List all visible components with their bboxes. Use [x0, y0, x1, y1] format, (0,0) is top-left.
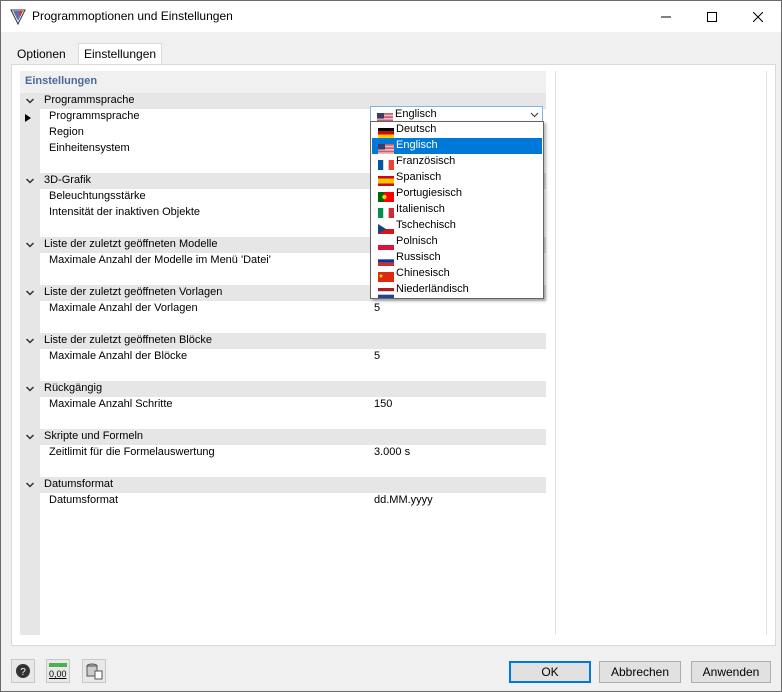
close-icon — [753, 11, 763, 22]
property-row[interactable]: Maximale Anzahl Schritte 150 — [40, 397, 546, 413]
language-option-label: Deutsch — [396, 123, 437, 135]
property-name: Maximale Anzahl der Modelle im Menü 'Dat… — [49, 254, 271, 266]
language-option[interactable]: Portugiesisch — [372, 186, 542, 202]
property-name: Maximale Anzahl Schritte — [49, 398, 173, 410]
help-button[interactable]: ? — [11, 659, 35, 683]
language-option-label: Chinesisch — [396, 267, 450, 279]
language-option-label: Portugiesisch — [396, 187, 463, 199]
category-row[interactable]: Liste der zuletzt geöffneten Blöcke — [20, 333, 546, 349]
chevron-down-icon[interactable] — [25, 336, 35, 346]
language-option-label: Spanisch — [396, 171, 442, 183]
category-label: Skripte und Formeln — [44, 430, 144, 442]
dialog-window: Programmoptionen und Einstellungen Optio… — [0, 0, 782, 692]
minimize-icon — [661, 16, 671, 17]
property-row[interactable]: Zeitlimit für die Formelauswertung 3.000 … — [40, 445, 546, 461]
property-name: Einheitensystem — [49, 142, 130, 154]
language-option-label: Russisch — [396, 251, 441, 263]
chevron-down-icon[interactable] — [25, 240, 35, 250]
property-name: Datumsformat — [49, 494, 119, 506]
property-value[interactable]: 5 — [374, 350, 380, 362]
apply-button[interactable]: Anwenden — [691, 661, 771, 683]
chevron-down-icon[interactable] — [25, 176, 35, 186]
category-label: Datumsformat — [44, 478, 114, 490]
chevron-down-icon[interactable] — [25, 432, 35, 442]
property-row[interactable]: Maximale Anzahl der Vorlagen 5 — [40, 301, 546, 317]
category-row[interactable]: Rückgängig — [20, 381, 546, 397]
property-row[interactable]: Datumsformat dd.MM.yyyy — [40, 493, 546, 509]
property-name: Region — [49, 126, 84, 138]
language-option[interactable]: Spanisch — [372, 170, 542, 186]
language-option[interactable]: Niederländisch — [372, 282, 542, 298]
tab-einstellungen[interactable]: Einstellungen — [78, 43, 163, 66]
language-option[interactable]: Französisch — [372, 154, 542, 170]
chevron-down-icon[interactable] — [25, 384, 35, 394]
property-name: Maximale Anzahl der Blöcke — [49, 350, 188, 362]
language-option[interactable]: Italienisch — [372, 202, 542, 218]
language-option-label: Polnisch — [396, 235, 438, 247]
window-title: Programmoptionen und Einstellungen — [32, 9, 233, 23]
cancel-button[interactable]: Abbrechen — [599, 661, 681, 683]
tab-optionen[interactable]: Optionen — [11, 43, 72, 65]
property-row[interactable]: Maximale Anzahl der Blöcke 5 — [40, 349, 546, 365]
property-value[interactable]: 3.000 s — [374, 446, 410, 458]
current-row-arrow-icon — [25, 114, 31, 122]
section-title: Einstellungen — [25, 75, 98, 87]
units-icon-text: 0,00 — [49, 669, 67, 679]
property-name: Beleuchtungsstärke — [49, 190, 146, 202]
database-icon — [86, 663, 103, 680]
help-icon: ? — [16, 664, 30, 678]
maximize-icon — [707, 11, 717, 22]
chevron-down-icon — [530, 112, 539, 118]
language-option-label: Tschechisch — [396, 219, 456, 231]
property-name: Programmsprache — [49, 110, 140, 122]
language-option[interactable]: Polnisch — [372, 234, 542, 250]
property-name: Intensität der inaktiven Objekte — [49, 206, 201, 218]
app-icon — [10, 9, 26, 25]
language-option[interactable]: Russisch — [372, 250, 542, 266]
chevron-down-icon[interactable] — [25, 288, 35, 298]
language-option[interactable]: Deutsch — [372, 122, 542, 138]
close-button[interactable] — [735, 1, 781, 32]
chevron-down-icon[interactable] — [25, 96, 35, 106]
property-name: Maximale Anzahl der Vorlagen — [49, 302, 198, 314]
minimize-button[interactable] — [643, 1, 689, 32]
database-button[interactable] — [82, 659, 106, 683]
category-label: Liste der zuletzt geöffneten Blöcke — [44, 334, 212, 346]
language-option-label: Italienisch — [396, 203, 445, 215]
category-label: Liste der zuletzt geöffneten Vorlagen — [44, 286, 223, 298]
title-bar: Programmoptionen und Einstellungen — [1, 1, 781, 32]
property-value[interactable]: 5 — [374, 302, 380, 314]
category-label: Programmsprache — [44, 94, 135, 106]
category-row[interactable]: Datumsformat — [20, 477, 546, 493]
maximize-button[interactable] — [689, 1, 735, 32]
language-option[interactable]: Chinesisch — [372, 266, 542, 282]
ok-button[interactable]: OK — [509, 661, 591, 683]
language-combobox-value: Englisch — [395, 108, 437, 120]
property-name: Zeitlimit für die Formelauswertung — [49, 446, 215, 458]
language-option[interactable]: Tschechisch — [372, 218, 542, 234]
category-label: 3D-Grafik — [44, 174, 92, 186]
language-option-label: Französisch — [396, 155, 456, 167]
property-value[interactable]: 150 — [374, 398, 392, 410]
language-option[interactable]: Englisch — [372, 138, 542, 154]
property-value[interactable]: dd.MM.yyyy — [374, 494, 433, 506]
category-label: Rückgängig — [44, 382, 103, 394]
svg-text:?: ? — [20, 667, 26, 678]
category-label: Liste der zuletzt geöffneten Modelle — [44, 238, 218, 250]
language-option-label: Niederländisch — [396, 283, 469, 295]
category-row[interactable]: Skripte und Formeln — [20, 429, 546, 445]
language-option-label: Englisch — [396, 139, 438, 151]
description-pane — [555, 71, 767, 635]
units-button[interactable]: 0,00 — [46, 659, 70, 683]
language-dropdown-list: Deutsch Englisch Französisch Spanisch Portug… — [370, 121, 544, 299]
chevron-down-icon[interactable] — [25, 480, 35, 490]
